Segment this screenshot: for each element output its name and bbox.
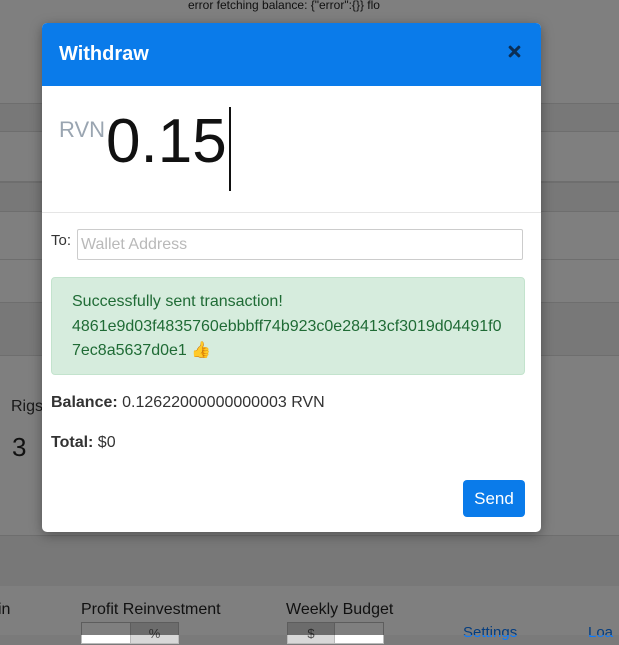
modal-header: Withdraw — [42, 23, 541, 86]
text-cursor — [229, 107, 231, 191]
transaction-hash-text: 4861e9d03f4835760ebbbff74b923c0e28413cf3… — [72, 317, 502, 360]
success-alert: Successfully sent transaction! 4861e9d03… — [51, 277, 525, 375]
total-label: Total: — [51, 434, 94, 451]
balance-value: 0.12622000000000003 RVN — [117, 394, 325, 411]
total-value: $0 — [93, 434, 116, 451]
withdraw-modal: Withdraw RVN 0.15 To: Successfully sent … — [42, 23, 541, 532]
balance-line: Balance: 0.12622000000000003 RVN — [51, 394, 325, 412]
balance-label: Balance: — [51, 394, 118, 411]
amount-value[interactable]: 0.15 — [106, 106, 227, 177]
thumbs-up-icon: 👍 — [191, 342, 212, 359]
send-button[interactable]: Send — [463, 480, 525, 517]
modal-title: Withdraw — [59, 43, 149, 65]
currency-label: RVN — [59, 117, 106, 142]
wallet-address-input[interactable] — [77, 229, 523, 260]
recipient-row: To: — [51, 229, 523, 260]
total-line: Total: $0 — [51, 434, 116, 452]
to-label: To: — [51, 232, 72, 249]
success-message: Successfully sent transaction! — [72, 293, 283, 310]
close-icon[interactable] — [505, 42, 525, 62]
transaction-hash: 4861e9d03f4835760ebbbff74b923c0e28413cf3… — [72, 315, 504, 364]
amount-field[interactable]: RVN 0.15 — [42, 86, 541, 213]
